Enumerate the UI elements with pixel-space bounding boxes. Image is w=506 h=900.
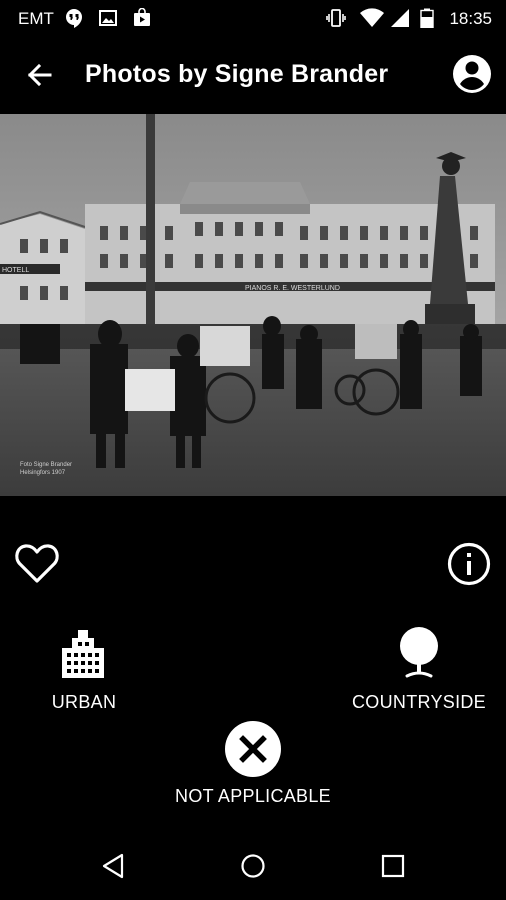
clock: 18:35 <box>449 9 492 28</box>
photo-caption-line2: Helsingfors 1907 <box>20 470 66 476</box>
hangouts-icon <box>66 9 82 28</box>
not-applicable-button[interactable]: NOT APPLICABLE <box>168 720 338 807</box>
page-title: Photos by Signe Brander <box>85 60 389 88</box>
close-circle-icon <box>225 721 281 777</box>
home-circle-icon[interactable] <box>239 852 267 880</box>
battery-icon <box>420 8 434 28</box>
app-bar: Photos by Signe Brander <box>0 36 506 114</box>
countryside-label: COUNTRYSIDE <box>352 692 486 712</box>
back-triangle-icon[interactable] <box>99 852 127 880</box>
photo-caption-line1: Foto Signe Brander <box>20 462 72 468</box>
wifi-icon <box>360 8 384 27</box>
account-circle-icon[interactable] <box>452 54 492 94</box>
tree-icon <box>400 627 438 678</box>
play-store-icon <box>134 8 150 26</box>
vibrate-icon <box>326 9 346 27</box>
system-nav-bar <box>0 830 506 900</box>
cobblestone-square <box>0 324 506 496</box>
urban-label: URBAN <box>51 692 117 712</box>
countryside-button[interactable]: COUNTRYSIDE <box>350 626 488 713</box>
image-icon <box>99 10 117 26</box>
signal-icon <box>391 9 409 27</box>
heart-outline-icon[interactable] <box>14 541 60 585</box>
urban-button[interactable]: URBAN <box>40 626 128 713</box>
recents-square-icon[interactable] <box>379 852 407 880</box>
hotel-building: HOTELL <box>0 210 86 329</box>
shop-sign: PIANOS R. E. WESTERLUND <box>245 285 340 292</box>
city-icon <box>62 630 104 678</box>
not-applicable-label: NOT APPLICABLE <box>175 786 331 806</box>
info-outline-icon[interactable] <box>446 541 492 587</box>
carrier-label: EMT <box>18 9 54 28</box>
hotel-sign: HOTELL <box>2 267 29 274</box>
arrow-back-icon[interactable] <box>24 60 54 90</box>
archive-photo: HOTELL PIANOS R. E. WESTERLUND Foto Sign… <box>0 114 506 496</box>
photo-scene: HOTELL PIANOS R. E. WESTERLUND Foto Sign… <box>0 114 506 496</box>
status-bar: EMT 18:35 <box>0 0 506 36</box>
lamp-pole <box>146 114 155 354</box>
